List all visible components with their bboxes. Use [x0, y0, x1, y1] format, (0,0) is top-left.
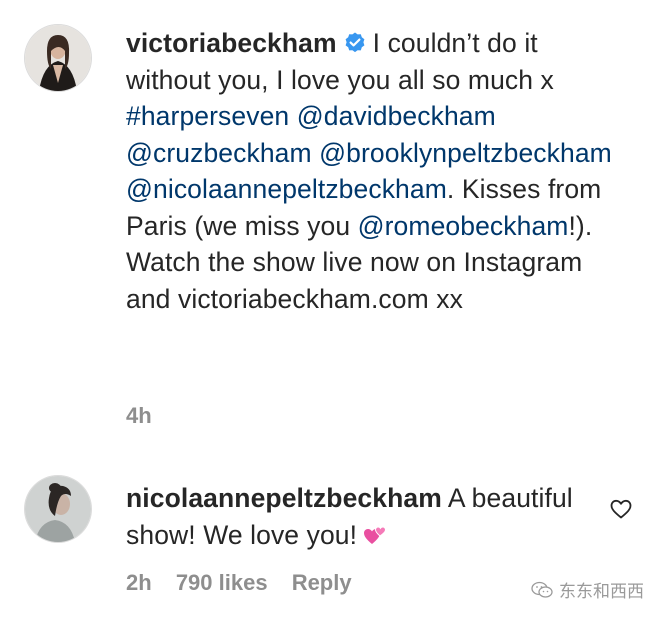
reply-button[interactable]: Reply: [292, 570, 352, 595]
heart-outline-icon[interactable]: [609, 497, 633, 521]
avatar-nicolaannepeltzbeckham[interactable]: [25, 476, 91, 542]
mention-link[interactable]: @cruzbeckham: [126, 138, 312, 168]
watermark: 东东和西西: [531, 577, 644, 602]
comment-text: I couldn’t do it without you, I love you…: [126, 28, 612, 314]
likes-count[interactable]: 790 likes: [176, 570, 268, 595]
hashtag-link[interactable]: #harperseven: [126, 101, 289, 131]
two-hearts-emoji-icon: [363, 523, 387, 547]
comment-time: 4h: [126, 403, 152, 428]
mention-link[interactable]: @davidbeckham: [297, 101, 496, 131]
comment-username[interactable]: victoriabeckham: [126, 28, 337, 58]
comment-time: 2h: [126, 570, 152, 595]
verified-badge-icon: [343, 31, 367, 55]
comment-meta: 4h: [126, 403, 170, 429]
profile-photo: [25, 25, 91, 91]
watermark-text: 东东和西西: [559, 582, 644, 602]
mention-link[interactable]: @brooklynpeltzbeckham: [319, 138, 612, 168]
comment-nicolaannepeltzbeckham: nicolaannepeltzbeckham A beautiful show!…: [126, 480, 596, 553]
profile-photo: [25, 476, 91, 542]
comment-username[interactable]: nicolaannepeltzbeckham: [126, 483, 442, 513]
mention-link[interactable]: @romeobeckham: [358, 211, 569, 241]
comment-meta: 2h 790 likes Reply: [126, 570, 370, 596]
comment-victoriabeckham: victoriabeckham I couldn’t do it without…: [126, 25, 626, 317]
avatar-victoriabeckham[interactable]: [25, 25, 91, 91]
wechat-icon: [531, 581, 553, 598]
mention-link[interactable]: @nicolaannepeltzbeckham: [126, 174, 447, 204]
